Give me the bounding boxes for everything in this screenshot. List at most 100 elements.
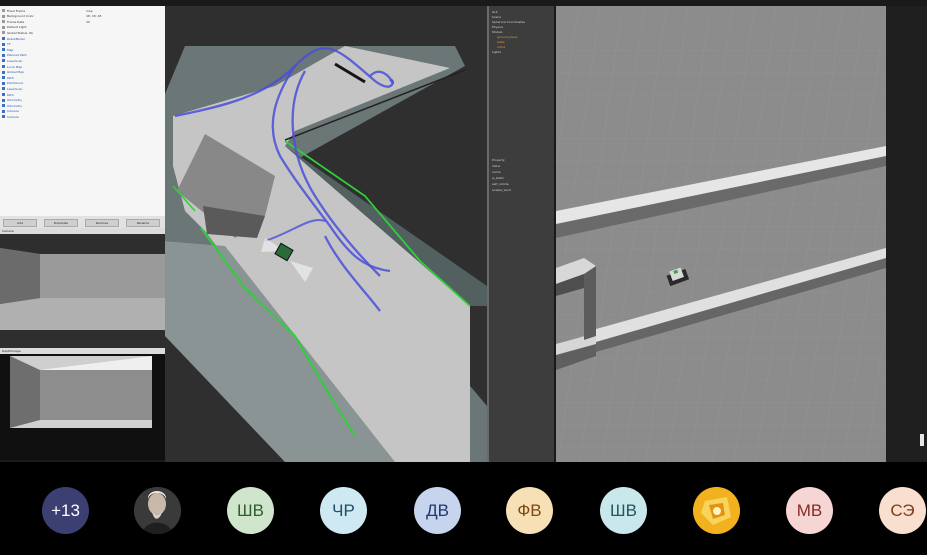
- display-tree-row[interactable]: Fixed Frame map: [2, 8, 93, 13]
- avatar-label: МВ: [796, 500, 823, 520]
- display-value: 30: [86, 19, 90, 24]
- display-label: Camera: [7, 109, 19, 114]
- display-checkbox-icon[interactable]: [2, 59, 5, 63]
- display-tree-row[interactable]: Path: [2, 75, 14, 80]
- display-checkbox-icon[interactable]: [2, 53, 5, 57]
- display-tree-row[interactable]: Odometry: [2, 103, 22, 108]
- display-label: Fixed Frame: [7, 8, 26, 13]
- gazebo-tree-item[interactable]: Scene: [492, 15, 501, 19]
- display-checkbox-icon[interactable]: [2, 115, 5, 119]
- gazebo-tree-item[interactable]: GUI: [492, 10, 497, 14]
- display-checkbox-icon[interactable]: [2, 25, 5, 29]
- gazebo-property-row: name: [492, 170, 501, 174]
- display-tree-row[interactable]: Frame Rate 30: [2, 19, 90, 24]
- display-checkbox-icon[interactable]: [2, 104, 5, 108]
- display-tree-row[interactable]: TF: [2, 42, 11, 47]
- depth-image-view: [0, 354, 165, 460]
- display-checkbox-icon[interactable]: [2, 31, 5, 35]
- avatar-label: ФВ: [517, 500, 542, 520]
- display-checkbox-icon[interactable]: [2, 14, 5, 18]
- display-tree-row[interactable]: Default Light: [2, 25, 26, 30]
- display-checkbox-icon[interactable]: [2, 9, 5, 12]
- display-tree-row[interactable]: Map: [2, 47, 13, 52]
- scroll-indicator[interactable]: [920, 434, 924, 446]
- participant-avatar-dv[interactable]: ДВ: [414, 487, 461, 534]
- gazebo-tree-item[interactable]: robot: [497, 45, 505, 49]
- gazebo-property-row: self_collide: [492, 182, 509, 186]
- display-label: Odometry: [7, 98, 23, 103]
- participant-avatar-gold[interactable]: [693, 487, 740, 534]
- display-tree-row[interactable]: Camera: [2, 109, 19, 114]
- display-label: Background Color: [7, 14, 34, 19]
- participant-avatar-mv[interactable]: МВ: [786, 487, 833, 534]
- rviz-displays-panel[interactable]: Fixed Frame map Background Color 48; 48; 48…: [0, 6, 165, 216]
- gazebo-property-row: is_static: [492, 176, 505, 180]
- display-checkbox-icon[interactable]: [2, 48, 5, 52]
- display-checkbox-icon[interactable]: [2, 109, 5, 113]
- rviz-3d-view[interactable]: [165, 6, 487, 462]
- display-label: Camera: [7, 114, 19, 119]
- display-label: TF: [7, 42, 11, 47]
- gazebo-tree-item[interactable]: Lights: [492, 50, 501, 54]
- participant-avatar-photo[interactable]: [134, 487, 181, 534]
- display-tree-row[interactable]: PointCloud: [2, 81, 23, 86]
- display-checkbox-icon[interactable]: [2, 87, 5, 91]
- participant-avatar-fv[interactable]: ФВ: [506, 487, 553, 534]
- gazebo-scene: [556, 6, 886, 462]
- avatar-label: ДВ: [426, 500, 449, 520]
- display-label: LaserScan: [7, 86, 23, 91]
- person-photo-icon: [134, 487, 181, 534]
- display-label: Odometry: [7, 103, 23, 108]
- display-label: Local Map: [7, 64, 23, 69]
- display-label: Path: [7, 75, 14, 80]
- gazebo-property-row: enable_wind: [492, 188, 511, 192]
- display-label: Global Map: [7, 70, 24, 75]
- gazebo-property-row: Property: [492, 158, 505, 162]
- display-tree-row[interactable]: Global Map: [2, 70, 24, 75]
- rename-display-button[interactable]: Rename: [126, 219, 160, 227]
- participant-avatar-sv-2[interactable]: ШВ: [600, 487, 647, 534]
- gazebo-tree-item[interactable]: Models: [492, 30, 503, 34]
- display-tree-row[interactable]: Background Color 48; 48; 48: [2, 14, 101, 19]
- display-tree-row[interactable]: Global Status: Ok: [2, 30, 33, 35]
- participant-avatar-chr[interactable]: ЧР: [320, 487, 367, 534]
- remove-display-button[interactable]: Remove: [85, 219, 119, 227]
- display-checkbox-icon[interactable]: [2, 20, 5, 24]
- duplicate-display-button[interactable]: Duplicate: [44, 219, 78, 227]
- gazebo-tree-item[interactable]: ground_plane: [497, 35, 517, 39]
- display-tree-row[interactable]: Planned Path: [2, 53, 27, 58]
- gazebo-tree-item[interactable]: walls: [497, 40, 505, 44]
- gazebo-tree-item[interactable]: Physics: [492, 25, 503, 29]
- display-tree-row[interactable]: Camera: [2, 114, 19, 119]
- display-tree-row[interactable]: LaserScan: [2, 86, 22, 91]
- display-checkbox-icon[interactable]: [2, 65, 5, 68]
- gazebo-3d-view[interactable]: [556, 6, 886, 462]
- display-tree-row[interactable]: Local Map: [2, 64, 22, 69]
- camera-view: [0, 234, 165, 348]
- participant-avatar-sv[interactable]: ШВ: [227, 487, 274, 534]
- display-tree-row[interactable]: LaserScan: [2, 58, 22, 63]
- display-checkbox-icon[interactable]: [2, 93, 5, 96]
- display-tree-row[interactable]: Odometry: [2, 98, 22, 103]
- display-checkbox-icon[interactable]: [2, 76, 5, 80]
- display-tree-row[interactable]: RobotModel: [2, 36, 25, 41]
- display-checkbox-icon[interactable]: [2, 98, 5, 102]
- gold-emblem-icon: [693, 487, 740, 534]
- display-tree-row[interactable]: Path: [2, 92, 14, 97]
- display-checkbox-icon[interactable]: [2, 42, 5, 46]
- more-participants-button[interactable]: +13: [42, 487, 89, 534]
- display-label: PointCloud: [7, 81, 24, 86]
- display-checkbox-icon[interactable]: [2, 70, 5, 74]
- add-display-button[interactable]: Add: [3, 219, 37, 227]
- display-checkbox-icon[interactable]: [2, 81, 5, 85]
- gazebo-tree-item[interactable]: Spherical Coordinates: [492, 20, 525, 24]
- participant-avatar-se[interactable]: СЭ: [879, 487, 926, 534]
- display-label: Path: [7, 92, 14, 97]
- display-checkbox-icon[interactable]: [2, 37, 5, 40]
- rviz-displays-buttons: Add Duplicate Remove Rename: [0, 216, 165, 228]
- rviz-scene: [165, 6, 487, 462]
- avatar-label: ШВ: [610, 500, 637, 520]
- avatar-label: СЭ: [890, 500, 915, 520]
- gazebo-property-row: Value: [492, 164, 501, 168]
- gazebo-world-panel[interactable]: GUI Scene Spherical Coordinates Physics Mode…: [489, 6, 554, 462]
